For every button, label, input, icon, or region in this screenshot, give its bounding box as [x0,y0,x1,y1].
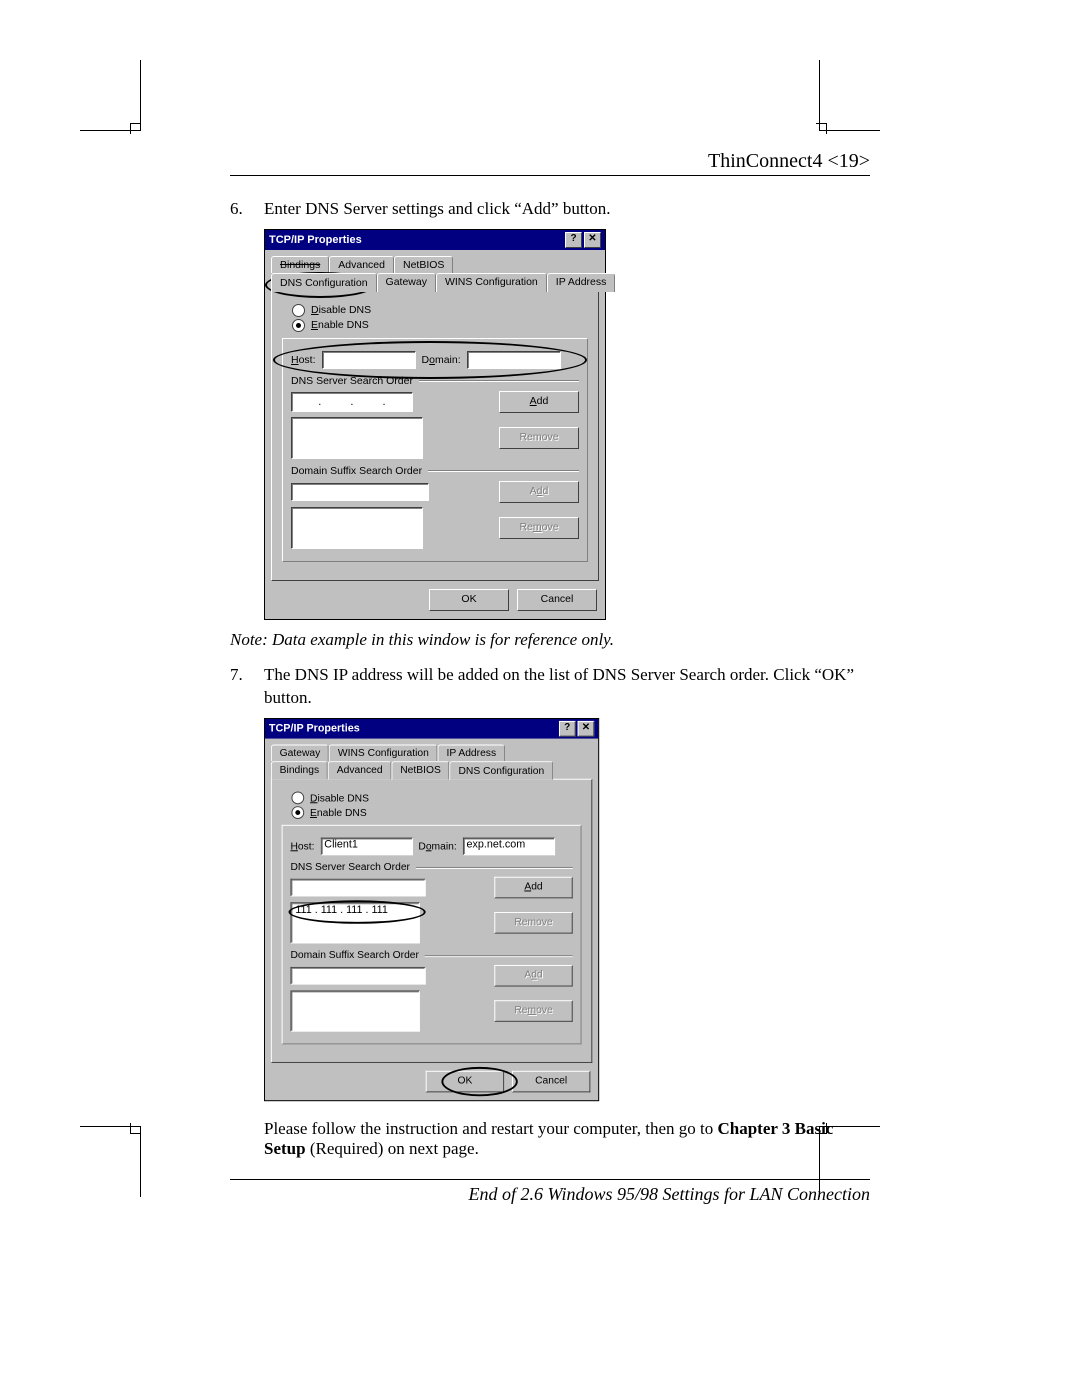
tab-netbios[interactable]: NetBIOS [391,761,449,780]
titlebar[interactable]: TCP/IP Properties ? ✕ [265,719,598,739]
dialog-title: TCP/IP Properties [269,234,563,246]
dns-list[interactable]: 111 . 111 . 111 . 111 [290,902,419,943]
suffix-order-text: Domain Suffix Search Order [290,949,419,961]
help-icon[interactable]: ? [559,721,576,737]
dns-add-button[interactable]: Add [494,877,572,899]
step-6-num: 6. [230,198,264,221]
dns-remove-button[interactable]: Remove [494,912,572,934]
tab-wins-configuration[interactable]: WINS Configuration [329,744,438,761]
enable-dns-group: Host: Client1 Domain: exp.net.com DNS Se… [282,825,582,1045]
tab-dns-configuration[interactable]: DNS Configuration [271,273,377,292]
host-label: Host: [291,354,316,366]
suffix-add-button[interactable]: Add [494,965,572,987]
dns-add-button[interactable]: Add [499,391,579,413]
step-7-num: 7. [230,664,264,710]
suffix-input[interactable] [290,967,425,985]
page-content: ThinConnect4 <19> 6. Enter DNS Server se… [230,150,870,1205]
suffix-list[interactable] [290,990,419,1031]
tab-advanced[interactable]: Advanced [329,256,394,273]
dns-order-text: DNS Server Search Order [290,861,410,873]
host-input[interactable] [322,351,416,369]
ok-button[interactable]: OK [429,589,509,611]
tabstrip: Bindings Advanced NetBIOS DNS Configurat… [265,250,605,581]
radio-disable-dns[interactable]: Disable DNS [292,304,588,317]
dns-remove-button[interactable]: Remove [499,427,579,449]
dns-order-label: DNS Server Search Order [290,861,572,873]
radio-enable-label: nable DNS [318,319,369,331]
dns-list[interactable] [291,417,423,459]
enable-dns-group: Host: Domain: DNS Server Search Order ..… [282,338,588,562]
suffix-order-label: Domain Suffix Search Order [291,465,579,477]
dns-ip-input[interactable]: ... [291,392,413,412]
follow-lead: Please follow the instruction and restar… [264,1119,718,1138]
radio-icon [291,791,304,804]
dns-order-text: DNS Server Search Order [291,375,413,387]
tab-wins-configuration[interactable]: WINS Configuration [436,273,547,292]
ok-button[interactable]: OK [426,1071,504,1093]
radio-disable-label: isable DNS [318,792,369,804]
cancel-button[interactable]: Cancel [512,1071,590,1093]
suffix-add-button[interactable]: Add [499,481,579,503]
page-header: ThinConnect4 <19> [230,150,870,176]
tcpip-dialog-1: TCP/IP Properties ? ✕ Bindings Advanced … [264,229,606,620]
suffix-input[interactable] [291,483,429,501]
host-input[interactable]: Client1 [320,837,412,855]
host-label: Host: [290,840,314,852]
domain-input[interactable]: exp.net.com [463,837,555,855]
suffix-order-text: Domain Suffix Search Order [291,465,422,477]
step-7: 7. The DNS IP address will be added on t… [230,664,870,710]
suffix-list[interactable] [291,507,423,549]
suffix-order-label: Domain Suffix Search Order [290,949,572,961]
domain-label: Domain: [422,354,461,366]
tab-gateway[interactable]: Gateway [271,744,329,761]
radio-disable-label: isable DNS [319,304,372,316]
tab-bindings[interactable]: Bindings [271,761,328,780]
note-text: Note: Data example in this window is for… [230,630,870,650]
cancel-button[interactable]: Cancel [517,589,597,611]
section-end: End of 2.6 Windows 95/98 Settings for LA… [230,1179,870,1205]
domain-label: Domain: [418,840,456,852]
tab-ip-address[interactable]: IP Address [438,744,505,761]
tab-panel-dns: Disable DNS Enable DNS Host: Client1 Dom… [271,779,592,1063]
dialog-title: TCP/IP Properties [269,723,557,735]
help-icon[interactable]: ? [565,232,582,248]
radio-icon [292,304,305,317]
step-7-text: The DNS IP address will be added on the … [264,664,870,710]
step-6: 6. Enter DNS Server settings and click “… [230,198,870,221]
tab-gateway[interactable]: Gateway [377,273,436,292]
tab-dns-configuration[interactable]: DNS Configuration [450,761,553,780]
dns-ip-input[interactable] [290,879,425,897]
tab-netbios[interactable]: NetBIOS [394,256,453,273]
tab-bindings[interactable]: Bindings [271,256,329,273]
radio-icon [291,806,304,819]
suffix-remove-button[interactable]: Remove [494,1000,572,1022]
radio-icon [292,319,305,332]
follow-text: Please follow the instruction and restar… [264,1119,870,1159]
tab-panel-dns: Disable DNS Enable DNS Host: Domain: [271,291,599,581]
domain-input[interactable] [467,351,561,369]
tabstrip: Gateway WINS Configuration IP Address Bi… [265,738,598,1062]
suffix-remove-button[interactable]: Remove [499,517,579,539]
dns-order-label: DNS Server Search Order [291,375,579,387]
tcpip-dialog-2: TCP/IP Properties ? ✕ Gateway WINS Confi… [264,718,599,1101]
step-6-text: Enter DNS Server settings and click “Add… [264,198,870,221]
radio-enable-dns[interactable]: Enable DNS [292,319,588,332]
tab-ip-address[interactable]: IP Address [547,273,616,292]
close-icon[interactable]: ✕ [578,721,595,737]
close-icon[interactable]: ✕ [584,232,601,248]
titlebar[interactable]: TCP/IP Properties ? ✕ [265,230,605,250]
radio-enable-dns[interactable]: Enable DNS [291,806,581,819]
follow-tail: (Required) on next page. [306,1139,479,1158]
dns-list-entry[interactable]: 111 . 111 . 111 . 111 [291,903,418,917]
radio-enable-label: nable DNS [317,807,367,819]
radio-disable-dns[interactable]: Disable DNS [291,791,581,804]
tab-advanced[interactable]: Advanced [328,761,391,780]
